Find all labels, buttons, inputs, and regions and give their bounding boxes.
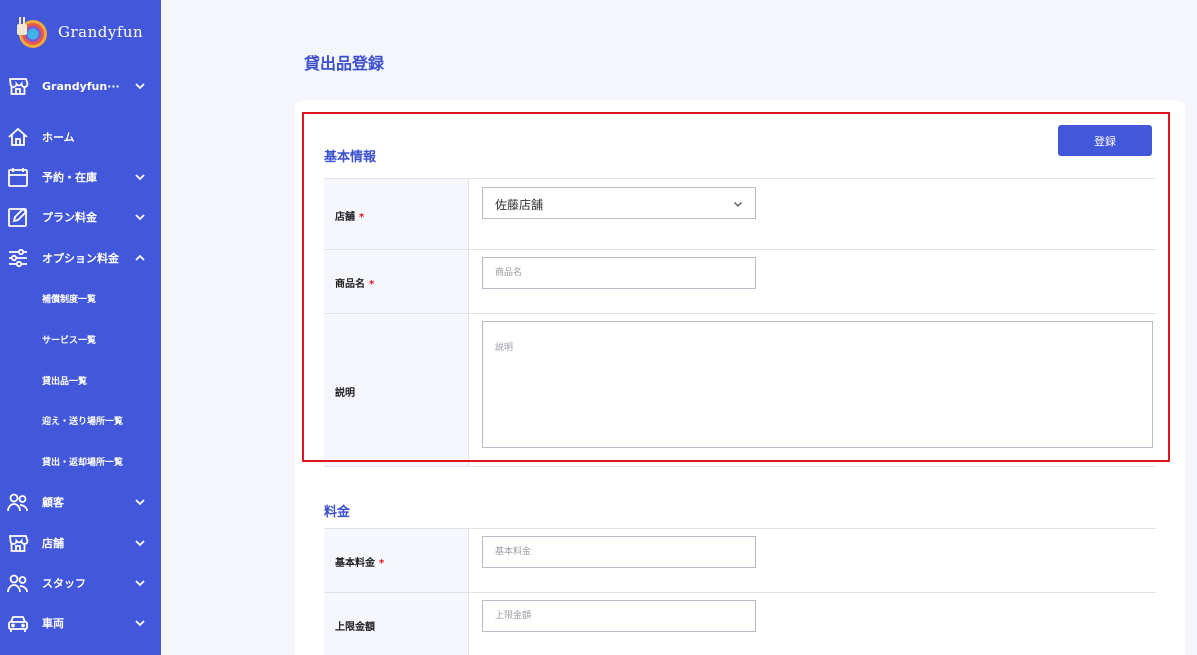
max-price-label: 上限金額 (335, 622, 375, 633)
form-row-base-price: 基本料金 * (324, 528, 1156, 592)
base-price-input[interactable] (482, 536, 756, 568)
label-cell: 基本料金 * (324, 529, 469, 592)
sidebar-item-store[interactable]: 店舗 (0, 528, 161, 558)
brand-logo[interactable]: Grandyfun (14, 14, 143, 50)
required-mark: * (359, 212, 365, 223)
chevron-down-icon (134, 80, 146, 92)
form-row-description: 説明 (324, 313, 1156, 466)
sidebar-item-home[interactable]: ホーム (0, 122, 161, 152)
label-cell: 店舗 * (324, 179, 469, 249)
chevron-down-icon (134, 537, 146, 549)
sidebar-subitem-pickup-places[interactable]: 迎え・送り場所一覧 (0, 407, 161, 433)
chevron-down-icon (134, 171, 146, 183)
sidebar-item-plan[interactable]: プラン料金 (0, 202, 161, 232)
description-label: 説明 (335, 388, 355, 399)
store-label: 店舗 * (335, 212, 365, 223)
brand-name: Grandyfun (58, 23, 144, 41)
section-title-price: 料金 (324, 505, 351, 520)
sidebar-item-label: 予約・在庫 (42, 171, 97, 184)
label-cell: 商品名 * (324, 250, 469, 313)
sidebar: Grandyfun Grandyfun··· ホーム 予約・在庫 プラン料金 オ… (0, 0, 161, 655)
edit-icon (7, 206, 29, 228)
car-icon (7, 612, 29, 634)
max-price-input[interactable] (482, 600, 756, 632)
chevron-down-icon (134, 211, 146, 223)
chevron-down-icon (134, 577, 146, 589)
register-button[interactable]: 登録 (1058, 125, 1152, 156)
sidebar-item-label: プラン料金 (42, 211, 97, 224)
sidebar-item-option[interactable]: オプション料金 (0, 243, 161, 273)
sliders-icon (7, 247, 29, 269)
calendar-icon (7, 166, 29, 188)
sidebar-item-staff[interactable]: スタッフ (0, 568, 161, 598)
sidebar-item-label: Grandyfun··· (42, 79, 120, 93)
users-icon (7, 491, 29, 513)
divider (324, 466, 1156, 467)
sidebar-item-reservation[interactable]: 予約・在庫 (0, 162, 161, 192)
sidebar-subitem-label: 迎え・送り場所一覧 (42, 416, 124, 427)
sidebar-item-label: 顧客 (42, 496, 64, 509)
required-mark: * (369, 279, 375, 290)
required-mark: * (379, 558, 385, 569)
form-row-max-price: 上限金額 (324, 592, 1156, 655)
sidebar-item-vehicle[interactable]: 車両 (0, 608, 161, 638)
sidebar-subitem-label: 貸出品一覧 (42, 376, 88, 387)
sidebar-item-label: ホーム (42, 131, 75, 144)
sidebar-subitem-rental-items[interactable]: 貸出品一覧 (0, 367, 161, 393)
chevron-up-icon (134, 252, 146, 264)
sidebar-subitem-insurance[interactable]: 補償制度一覧 (0, 285, 161, 311)
logo-icon (14, 15, 48, 49)
sidebar-item-label: オプション料金 (42, 252, 119, 265)
sidebar-subitem-services[interactable]: サービス一覧 (0, 326, 161, 352)
label-cell: 説明 (324, 314, 469, 466)
sidebar-item-customer[interactable]: 顧客 (0, 487, 161, 517)
description-textarea[interactable] (482, 321, 1153, 448)
sidebar-item-label: 店舗 (42, 537, 64, 550)
store-select[interactable]: 佐藤店舗 (482, 187, 756, 219)
page-title: 貸出品登録 (304, 54, 385, 73)
label-cell: 上限金額 (324, 593, 469, 655)
form-row-store: 店舗 * 佐藤店舗 (324, 178, 1156, 249)
product-label: 商品名 * (335, 279, 375, 290)
sidebar-subitem-label: サービス一覧 (42, 335, 97, 346)
base-price-label: 基本料金 * (335, 558, 385, 569)
form-row-product: 商品名 * (324, 249, 1156, 313)
chevron-down-icon (733, 199, 743, 209)
store-select-value: 佐藤店舗 (495, 198, 544, 212)
sidebar-subitem-label: 貸出・返却場所一覧 (42, 457, 124, 468)
chevron-down-icon (134, 496, 146, 508)
chevron-down-icon (134, 617, 146, 629)
sidebar-item-label: 車両 (42, 617, 64, 630)
sidebar-subitem-label: 補償制度一覧 (42, 294, 97, 305)
home-icon (7, 126, 29, 148)
users-icon (7, 572, 29, 594)
sidebar-item-store-switch[interactable]: Grandyfun··· (0, 71, 161, 101)
store-icon (7, 75, 29, 97)
sidebar-subitem-return-places[interactable]: 貸出・返却場所一覧 (0, 448, 161, 474)
section-title-basic: 基本情報 (324, 150, 377, 165)
store-icon (7, 532, 29, 554)
product-name-input[interactable] (482, 257, 756, 289)
sidebar-item-label: スタッフ (42, 577, 86, 590)
